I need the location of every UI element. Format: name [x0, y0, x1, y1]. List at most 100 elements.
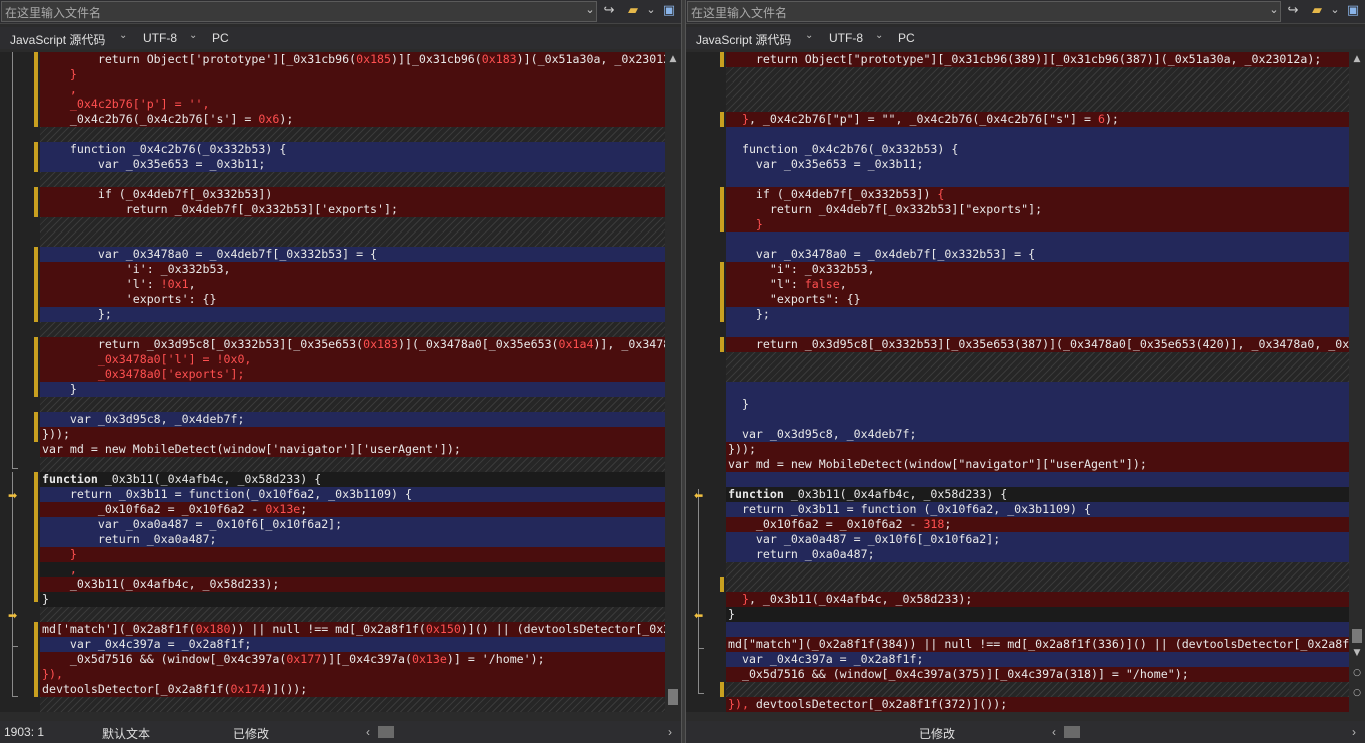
code-line[interactable]: }; — [40, 307, 665, 322]
code-line[interactable]: _0x3b11(_0x4afb4c, _0x58d233); — [40, 577, 665, 592]
code-line[interactable]: var _0x3478a0 = _0x4deb7f[_0x332b53] = { — [726, 247, 1349, 262]
line-ending-selector[interactable]: PC — [212, 31, 229, 45]
code-line[interactable] — [726, 622, 1349, 637]
diff-arrow-icon[interactable]: ⬅ — [694, 489, 703, 502]
left-filename-input[interactable]: 在这里输入文件名 — [1, 1, 597, 22]
marker-circle-icon[interactable]: ○ — [1351, 688, 1363, 698]
horizontal-scroll-thumb[interactable] — [1064, 726, 1080, 738]
line-ending-selector[interactable]: PC — [898, 31, 915, 45]
code-line[interactable]: } — [40, 382, 665, 397]
code-line[interactable]: return _0x3d95c8[_0x332b53][_0x35e653(38… — [726, 337, 1349, 352]
code-line[interactable]: return _0x4deb7f[_0x332b53]['exports']; — [40, 202, 665, 217]
code-line[interactable] — [40, 232, 665, 247]
code-line[interactable]: if (_0x4deb7f[_0x332b53]) — [40, 187, 665, 202]
code-line[interactable]: function _0x3b11(_0x4afb4c, _0x58d233) { — [726, 487, 1349, 502]
left-code-editor[interactable]: ➡ ➡ return Object['prototype'][_0x31cb96… — [0, 52, 665, 712]
scroll-down-icon[interactable]: ▼ — [1351, 648, 1363, 658]
code-line[interactable]: var _0x4c397a = _0x2a8f1f; — [726, 652, 1349, 667]
code-line[interactable]: _0x3478a0['l'] = !0x0, — [40, 352, 665, 367]
code-line[interactable] — [40, 322, 665, 337]
code-line[interactable] — [726, 322, 1349, 337]
code-line[interactable] — [726, 412, 1349, 427]
code-line[interactable]: _0x4c2b76['p'] = '', — [40, 97, 665, 112]
chevron-down-icon[interactable]: ⌄ — [119, 30, 127, 41]
code-line[interactable]: function _0x3b11(_0x4afb4c, _0x58d233) { — [40, 472, 665, 487]
diff-arrow-icon[interactable]: ➡ — [8, 609, 17, 622]
code-line[interactable] — [726, 97, 1349, 112]
chevron-down-icon[interactable]: ⌄ — [1267, 3, 1281, 19]
code-line[interactable]: return _0x4deb7f[_0x332b53]["exports"]; — [726, 202, 1349, 217]
code-line[interactable]: _0x5d7516 && (window[_0x4c397a(0x177)][_… — [40, 652, 665, 667]
sync-arrow-icon[interactable]: ↪ — [600, 2, 618, 20]
right-vertical-scrollbar[interactable]: ▲ ▼ ○ ○ — [1349, 52, 1365, 712]
code-line[interactable]: } — [40, 547, 665, 562]
code-line[interactable] — [726, 172, 1349, 187]
code-line[interactable] — [40, 172, 665, 187]
horizontal-scroll-thumb[interactable] — [378, 726, 394, 738]
encoding-selector[interactable]: UTF-8 — [143, 31, 177, 45]
code-line[interactable]: }), — [40, 667, 665, 682]
code-line[interactable]: } — [40, 592, 665, 607]
code-line[interactable]: function _0x4c2b76(_0x332b53) { — [40, 142, 665, 157]
code-line[interactable]: } — [726, 607, 1349, 622]
code-line[interactable]: var _0x35e653 = _0x3b11; — [40, 157, 665, 172]
code-line[interactable]: _0x4c2b76(_0x4c2b76['s'] = 0x6); — [40, 112, 665, 127]
code-line[interactable]: return _0x3b11 = function (_0x10f6a2, _0… — [726, 502, 1349, 517]
language-selector[interactable]: JavaScript 源代码 — [696, 31, 791, 48]
scroll-thumb[interactable] — [1352, 629, 1362, 643]
code-line[interactable]: var _0x3478a0 = _0x4deb7f[_0x332b53] = { — [40, 247, 665, 262]
code-line[interactable]: var _0xa0a487 = _0x10f6[_0x10f6a2]; — [40, 517, 665, 532]
code-line[interactable]: return _0x3b11 = function(_0x10f6a2, _0x… — [40, 487, 665, 502]
marker-circle-icon[interactable]: ○ — [1351, 668, 1363, 678]
chevron-down-icon[interactable]: ⌄ — [875, 30, 883, 41]
scroll-right-icon[interactable]: › — [668, 725, 672, 739]
code-line[interactable]: function _0x4c2b76(_0x332b53) { — [726, 142, 1349, 157]
code-line[interactable]: devtoolsDetector[_0x2a8f1f(0x174)]()); — [40, 682, 665, 697]
code-line[interactable]: var _0x4c397a = _0x2a8f1f; — [40, 637, 665, 652]
code-line[interactable] — [40, 457, 665, 472]
code-line[interactable]: var md = new MobileDetect(window["naviga… — [726, 457, 1349, 472]
code-line[interactable]: return _0xa0a487; — [40, 532, 665, 547]
chevron-down-icon[interactable]: ⌄ — [805, 30, 813, 41]
diff-arrow-icon[interactable]: ⬅ — [694, 609, 703, 622]
code-line[interactable] — [726, 472, 1349, 487]
code-line[interactable] — [40, 217, 665, 232]
code-line[interactable] — [726, 682, 1349, 697]
folder-open-icon[interactable]: ▰ — [1308, 2, 1326, 20]
code-line[interactable] — [40, 607, 665, 622]
save-disk-icon[interactable]: ▣ — [1344, 2, 1362, 20]
code-line[interactable] — [726, 82, 1349, 97]
save-disk-icon[interactable]: ▣ — [660, 2, 678, 20]
diff-arrow-icon[interactable]: ➡ — [8, 489, 17, 502]
code-line[interactable]: return Object["prototype"][_0x31cb96(389… — [726, 52, 1349, 67]
code-line[interactable]: } — [726, 217, 1349, 232]
code-line[interactable]: } — [40, 67, 665, 82]
code-line[interactable]: "l": false, — [726, 277, 1349, 292]
code-line[interactable]: 'i': _0x332b53, — [40, 262, 665, 277]
code-line[interactable]: "i": _0x332b53, — [726, 262, 1349, 277]
code-line[interactable]: }; — [726, 307, 1349, 322]
code-line[interactable] — [726, 232, 1349, 247]
code-line[interactable]: })); — [726, 442, 1349, 457]
code-line[interactable]: 'exports': {} — [40, 292, 665, 307]
scroll-thumb[interactable] — [668, 689, 678, 705]
chevron-down-icon[interactable]: ⌄ — [189, 30, 197, 41]
code-line[interactable]: var md = new MobileDetect(window['naviga… — [40, 442, 665, 457]
right-filename-input[interactable]: 在这里输入文件名 — [687, 1, 1281, 22]
code-line[interactable]: })); — [40, 427, 665, 442]
code-line[interactable] — [726, 577, 1349, 592]
left-vertical-scrollbar[interactable]: ▲ — [665, 52, 681, 712]
scroll-up-icon[interactable]: ▲ — [1351, 54, 1363, 64]
code-line[interactable]: var _0x3d95c8, _0x4deb7f; — [40, 412, 665, 427]
code-line[interactable] — [40, 397, 665, 412]
code-line[interactable]: }, _0x4c2b76["p"] = "", _0x4c2b76(_0x4c2… — [726, 112, 1349, 127]
code-line[interactable] — [726, 367, 1349, 382]
code-line[interactable]: , — [40, 82, 665, 97]
code-line[interactable] — [40, 127, 665, 142]
code-line[interactable]: var _0x3d95c8, _0x4deb7f; — [726, 427, 1349, 442]
code-line[interactable]: , — [40, 562, 665, 577]
encoding-selector[interactable]: UTF-8 — [829, 31, 863, 45]
code-line[interactable]: _0x10f6a2 = _0x10f6a2 - 318; — [726, 517, 1349, 532]
code-line[interactable]: return Object['prototype'][_0x31cb96(0x1… — [40, 52, 665, 67]
sync-arrow-icon[interactable]: ↪ — [1284, 2, 1302, 20]
